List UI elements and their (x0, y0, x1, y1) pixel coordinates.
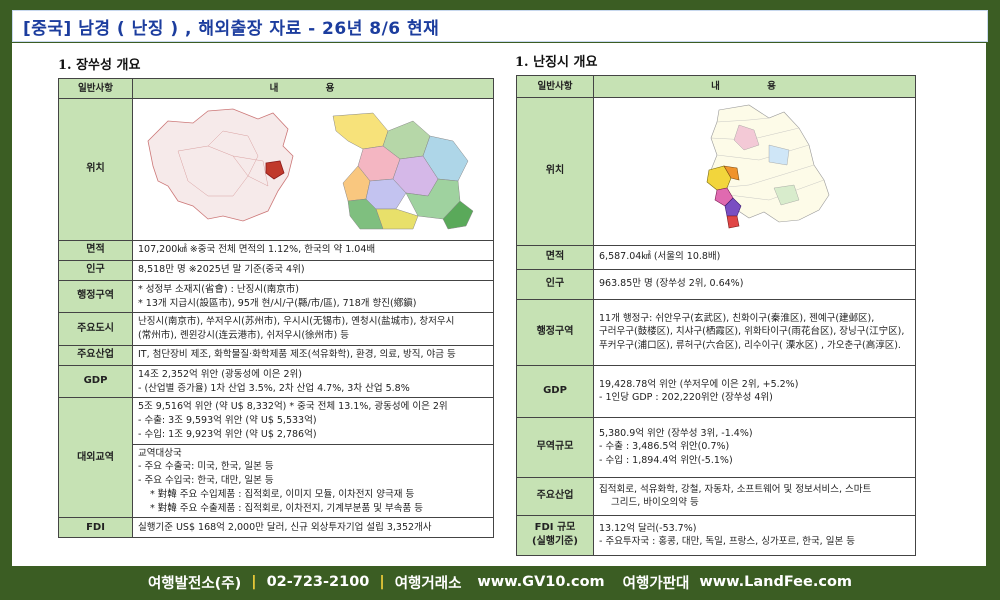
footer-label2: 여행가판대 (622, 575, 690, 592)
row-label-cities: 주요도시 (58, 312, 133, 346)
footer-site1-link[interactable]: www.GV10.com (477, 574, 604, 590)
fdi-value: 13.12억 달러(-53.7%) - 주요투자국 : 홍콩, 대만, 독일, … (593, 514, 916, 556)
trade-line: 5조 9,516억 위안 (약 U$ 8,332억) * 중국 전체 13.1%… (138, 401, 448, 413)
fdi-line: 13.12억 달러(-53.7%) (599, 522, 697, 534)
nanjing-table: 일반사항 내 용 위치 면적 6,587.04㎢ (서울의 10.8배) 인구 … (516, 75, 916, 556)
trade-line: - 수출: 3조 9,593억 위안 (약 U$ 5,533억) (138, 415, 317, 427)
col-header-content: 내 용 (593, 75, 916, 98)
trade-line: 5,380.9억 위안 (장쑤성 3위, -1.4%) (599, 427, 753, 439)
jiangsu-map-cell (132, 98, 494, 241)
footer-separator: | (379, 574, 385, 590)
fdi-label-line: (실행기준) (532, 536, 578, 548)
industry-value: 집적회로, 석유화학, 강철, 자동차, 소프트웨어 및 정보서비스, 스마트 … (593, 476, 916, 516)
content-area: 1. 장쑤성 개요 일반사항 내 용 위치 면적 107,200㎢ ※중국 전체… (12, 43, 986, 566)
admin-line: * 13개 지급시(設區市), 95개 현/시/구(縣/市/區), 718개 향… (138, 297, 417, 309)
right-section-title: 1. 난징시 개요 (515, 55, 598, 70)
trade-value: 5,380.9억 위안 (장쑤성 3위, -1.4%) - 수출 : 3,486… (593, 416, 916, 478)
row-label-fdi: FDI (58, 517, 133, 539)
fdi-label-line: FDI 규모 (534, 521, 576, 533)
row-label-admin: 행정구역 (58, 279, 133, 314)
admin-value: * 성정부 소재지(省會) : 난징시(南京市) * 13개 지급시(設區市),… (132, 279, 494, 314)
trade-line: 교역대상국 (138, 447, 182, 459)
fdi-value: 실행기준 US$ 168억 2,000만 달러, 신규 외상투자기업 설립 3,… (132, 517, 494, 539)
footer-separator: | (251, 574, 257, 590)
row-label-admin: 행정구역 (516, 298, 594, 366)
cities-line: 난징시(南京市), 쑤저우시(苏州市), 우시시(无锡市), 옌청시(盐城市),… (138, 316, 455, 328)
trade-line: - 수입: 1조 9,923억 위안 (약 U$ 2,786억) (138, 428, 317, 440)
gdp-line: 14조 2,352억 위안 (광동성에 이은 2위) (138, 368, 302, 380)
row-label-gdp: GDP (516, 364, 594, 418)
industry-value: IT, 첨단장비 제조, 화학물질·화학제품 제조(석유화학), 환경, 의료,… (132, 344, 494, 366)
gdp-value: 14조 2,352억 위안 (광동성에 이은 2위) - (산업별 증가율) 1… (132, 364, 494, 399)
row-label-industry: 주요산업 (58, 344, 133, 366)
cities-value: 난징시(南京市), 쑤저우시(苏州市), 우시시(无锡市), 옌청시(盐城市),… (132, 312, 494, 346)
left-section-title: 1. 장쑤성 개요 (58, 58, 141, 73)
gdp-line: - 1인당 GDP : 202,220위안 (장쑤성 4위) (599, 392, 773, 404)
cities-line: (常州市), 롄윈강시(连云港市), 쉬저우시(徐州市) 등 (138, 330, 349, 342)
trade-value-partners: 교역대상국 - 주요 수출국: 미국, 한국, 일본 등 - 주요 수입국: 한… (132, 443, 494, 519)
row-label-trade: 무역규모 (516, 416, 594, 478)
row-label-area: 면적 (516, 244, 594, 270)
col-header-content: 내 용 (132, 78, 494, 99)
admin-line: 푸커우구(浦口区), 류허구(六合区), 리수이구( 溧水区) , 가오춘구(高… (599, 340, 901, 352)
page-frame: [중국] 남경 ( 난징 ) , 해외출장 자료 - 26년 8/6 현재 1.… (0, 0, 1000, 600)
row-label-area: 면적 (58, 239, 133, 261)
trade-value-totals: 5조 9,516억 위안 (약 U$ 8,332억) * 중국 전체 13.1%… (132, 397, 494, 445)
row-label-population: 인구 (58, 259, 133, 281)
title-bar: [중국] 남경 ( 난징 ) , 해외출장 자료 - 26년 8/6 현재 (12, 10, 988, 42)
row-label-population: 인구 (516, 268, 594, 300)
fdi-line: - 주요투자국 : 홍콩, 대만, 독일, 프랑스, 싱가포르, 한국, 일본 … (599, 536, 855, 548)
trade-line: * 對韓 주요 수출제품 : 집적회로, 이차전지, 기계부분품 및 부속품 등 (150, 502, 423, 514)
population-value: 8,518만 명 ※2025년 말 기준(중국 4위) (132, 259, 494, 281)
col-header-label: 일반사항 (516, 75, 594, 98)
col-header-label: 일반사항 (58, 78, 133, 99)
area-value: 107,200㎢ ※중국 전체 면적의 1.12%, 한국의 약 1.04배 (132, 239, 494, 261)
footer-company: 여행발전소(주) (147, 575, 242, 592)
footer-phone[interactable]: 02-723-2100 (267, 574, 370, 590)
industry-line: 집적회로, 석유화학, 강철, 자동차, 소프트웨어 및 정보서비스, 스마트 (599, 483, 872, 495)
row-label-location: 위치 (58, 98, 133, 241)
nanjing-map-cell (593, 97, 916, 246)
trade-line: - 수입 : 1,894.4억 위안(-5.1%) (599, 455, 733, 467)
gdp-value: 19,428.78억 위안 (쑤저우에 이은 2위, +5.2%) - 1인당 … (593, 364, 916, 418)
footer-site2-link[interactable]: www.LandFee.com (699, 574, 852, 590)
footer-bar: 여행발전소(주) | 02-723-2100 | 여행거래소 www.GV10.… (0, 568, 1000, 596)
page-title: [중국] 남경 ( 난징 ) , 해외출장 자료 - 26년 8/6 현재 (23, 18, 440, 39)
admin-line: 11개 행정구: 쉬안우구(玄武区), 친화이구(秦淮区), 젠예구(建邺区), (599, 312, 875, 324)
row-label-trade: 대외교역 (58, 397, 133, 519)
row-label-fdi: FDI 규모 (실행기준) (516, 514, 594, 556)
trade-line: - 주요 수출국: 미국, 한국, 일본 등 (138, 461, 274, 473)
jiangsu-province-detail (332, 112, 474, 230)
jiangsu-location-map (147, 108, 474, 230)
area-value: 6,587.04㎢ (서울의 10.8배) (593, 244, 916, 270)
trade-line: * 對韓 주요 수입제품 : 집적회로, 이미지 모듈, 이차전지 양극재 등 (150, 488, 415, 500)
admin-line: 구러우구(鼓楼区), 치샤구(栖霞区), 위화타이구(雨花台区), 장닝구(江宁… (599, 326, 905, 338)
row-label-gdp: GDP (58, 364, 133, 399)
footer-label1: 여행거래소 (394, 575, 462, 592)
population-value: 963.85만 명 (장쑤성 2위, 0.64%) (593, 268, 916, 300)
gdp-line: 19,428.78억 위안 (쑤저우에 이은 2위, +5.2%) (599, 378, 799, 390)
industry-line: 그리드, 바이오의약 등 (611, 497, 699, 509)
nanjing-location-map (706, 104, 830, 229)
jiangsu-table: 일반사항 내 용 위치 면적 107,200㎢ ※중국 전체 면적의 1.12%… (58, 78, 494, 539)
row-label-industry: 주요산업 (516, 476, 594, 516)
trade-line: - 주요 수입국: 한국, 대만, 일본 등 (138, 475, 274, 487)
gdp-line: - (산업별 증가율) 1차 산업 3.5%, 2차 산업 4.7%, 3차 산… (138, 382, 410, 394)
trade-line: - 수출 : 3,486.5억 위안(0.7%) (599, 441, 730, 453)
admin-line: * 성정부 소재지(省會) : 난징시(南京市) (138, 283, 300, 295)
admin-value: 11개 행정구: 쉬안우구(玄武区), 친화이구(秦淮区), 젠예구(建邺区),… (593, 298, 916, 366)
row-label-location: 위치 (516, 97, 594, 246)
